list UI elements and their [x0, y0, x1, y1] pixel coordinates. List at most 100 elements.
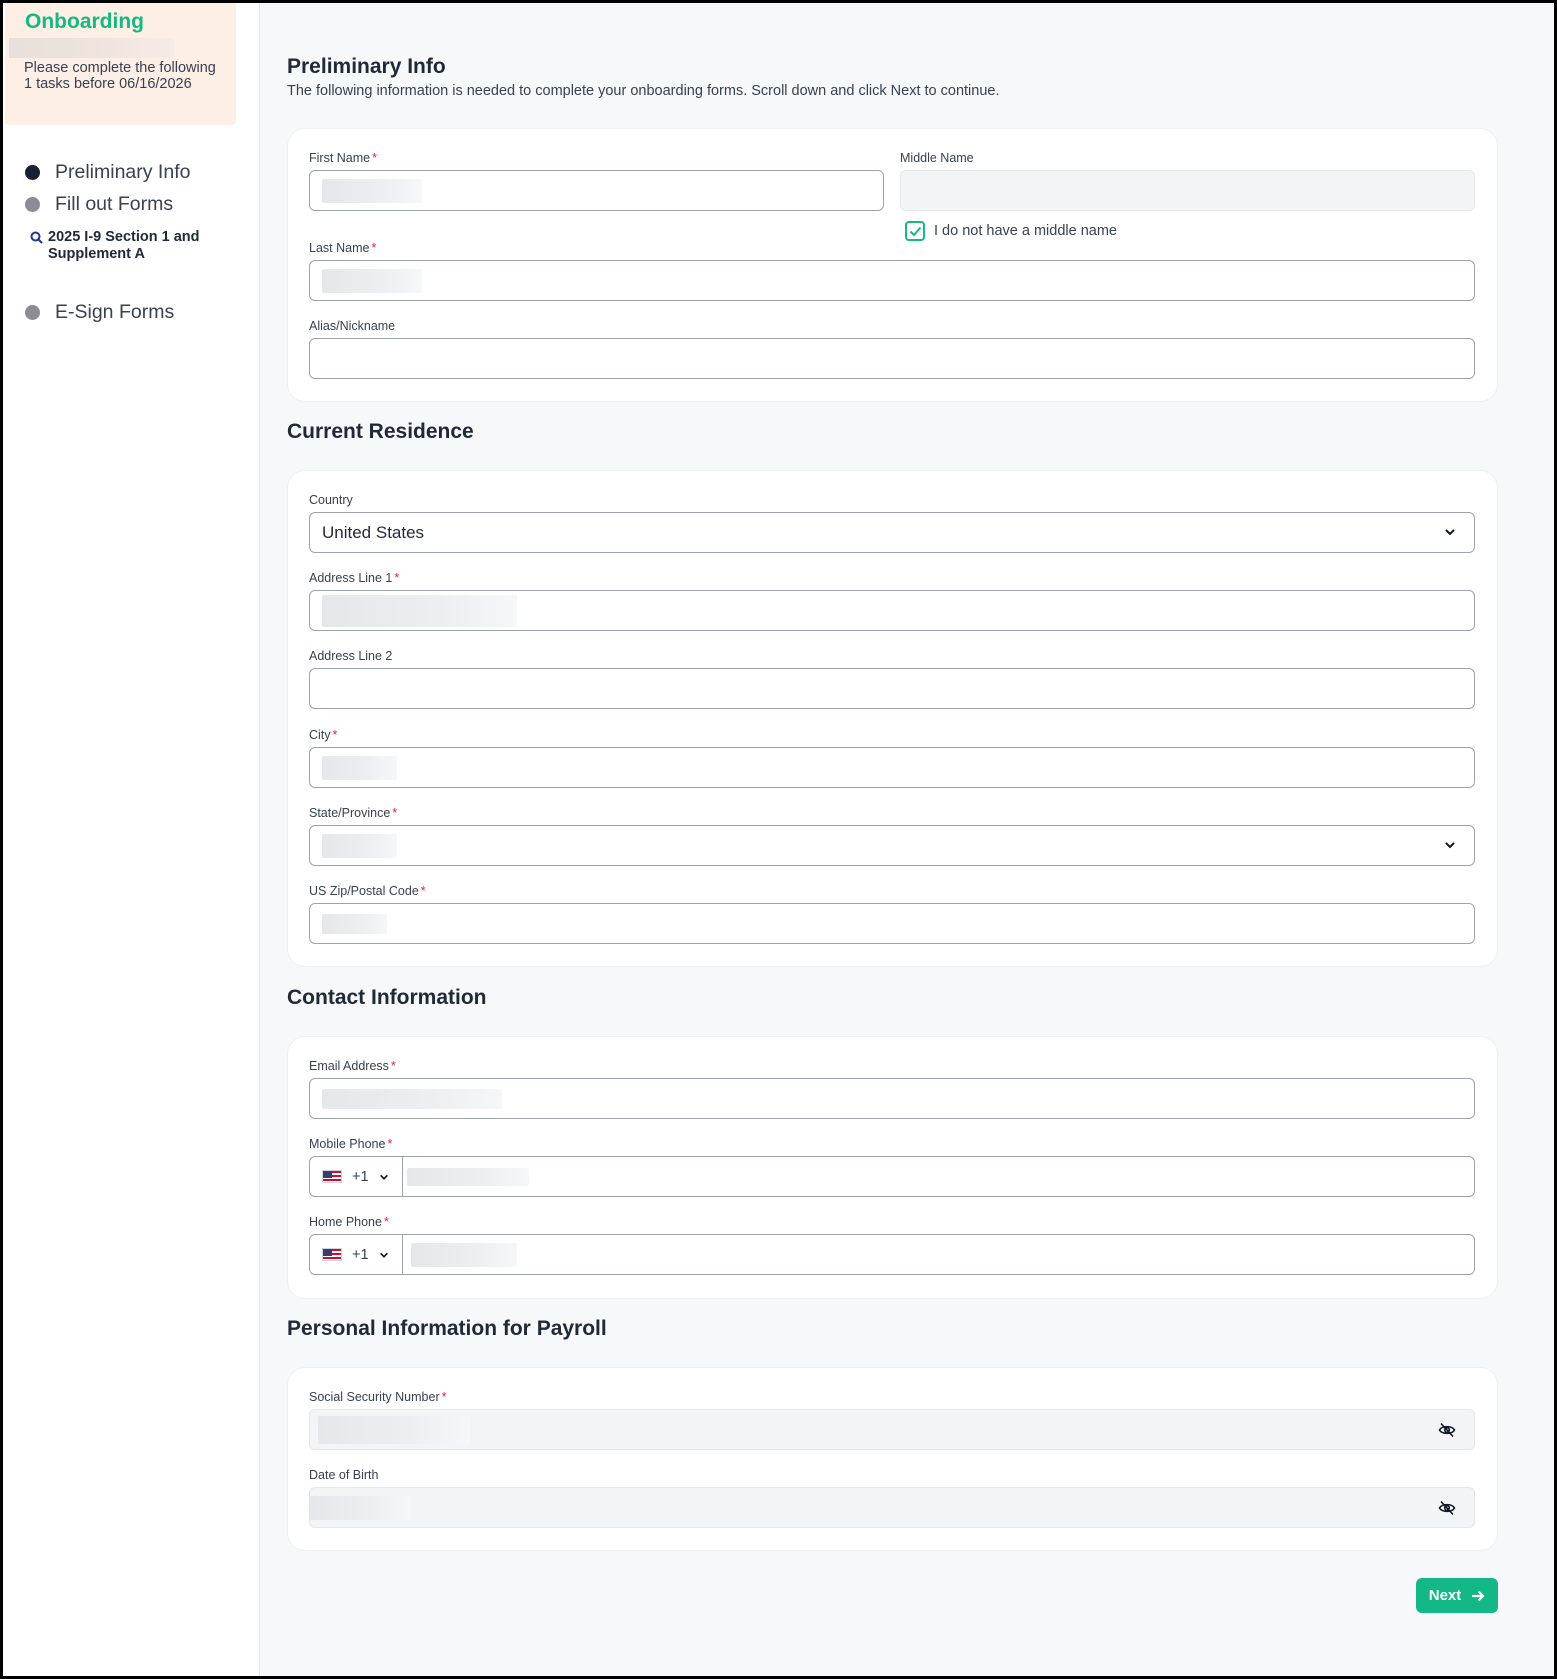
preliminary-info-title: Preliminary Info: [287, 55, 446, 78]
ssn-label-text: Social Security Number: [309, 1390, 440, 1404]
dob-input[interactable]: [309, 1487, 1475, 1528]
mobile-country-code-select[interactable]: +1: [310, 1157, 403, 1196]
substep-label: 2025 I-9 Section 1 and Supplement A: [48, 229, 200, 262]
app-window: Onboarding Please complete the following…: [0, 0, 1557, 1679]
contact-information-title: Contact Information: [287, 986, 487, 1009]
step-dot-icon: [25, 197, 40, 212]
eye-slash-icon[interactable]: [1438, 1421, 1456, 1439]
last-name-input[interactable]: [309, 260, 1475, 301]
middle-name-input[interactable]: [900, 170, 1475, 211]
ssn-input[interactable]: [309, 1409, 1475, 1450]
step-e-sign-forms[interactable]: E-Sign Forms: [25, 301, 174, 324]
chevron-down-icon: [379, 1174, 388, 1180]
step-preliminary-info[interactable]: Preliminary Info: [25, 161, 190, 184]
address-line-2-label: Address Line 2: [309, 649, 393, 663]
alias-label: Alias/Nickname: [309, 319, 396, 333]
current-residence-card: Country United States Address Line 1 * Ad…: [287, 470, 1498, 967]
email-label: Email Address *: [309, 1059, 396, 1073]
preliminary-info-subtitle: The following information is needed to c…: [287, 83, 1000, 99]
address-line-1-input[interactable]: [309, 590, 1475, 631]
chevron-down-icon: [1445, 842, 1455, 849]
us-flag-icon: [322, 1170, 342, 1183]
required-marker: *: [392, 806, 398, 820]
chevron-down-icon: [1445, 529, 1455, 536]
step-label: Preliminary Info: [55, 161, 191, 183]
required-marker: *: [383, 1215, 389, 1229]
required-marker: *: [441, 1390, 447, 1404]
mobile-phone-input[interactable]: +1: [309, 1156, 1475, 1197]
main-content: Preliminary Info The following informati…: [260, 3, 1554, 1676]
payroll-information-title: Personal Information for Payroll: [287, 1317, 607, 1340]
zip-label-text: US Zip/Postal Code: [309, 884, 419, 898]
contact-information-card: Email Address * Mobile Phone * +1 Home P…: [287, 1036, 1498, 1299]
home-phone-input[interactable]: +1: [309, 1234, 1475, 1275]
state-label-text: State/Province: [309, 806, 391, 820]
city-label-text: City: [309, 728, 331, 742]
home-country-code-select[interactable]: +1: [310, 1235, 403, 1274]
redacted-value: [310, 1495, 410, 1520]
middle-name-label: Middle Name: [900, 151, 974, 165]
redacted-value: [318, 1415, 470, 1444]
redacted-value: [322, 833, 397, 858]
redacted-value: [322, 1088, 502, 1109]
redacted-name: [9, 38, 174, 58]
required-marker: *: [372, 151, 377, 165]
next-button[interactable]: Next: [1416, 1578, 1498, 1613]
required-marker: *: [387, 1137, 393, 1151]
required-marker: *: [390, 1059, 396, 1073]
email-input[interactable]: [309, 1078, 1475, 1119]
arrow-right-icon: [1472, 1590, 1485, 1601]
required-marker: *: [371, 241, 377, 255]
step-fill-out-forms[interactable]: Fill out Forms: [25, 193, 173, 216]
country-select[interactable]: United States: [309, 512, 1475, 553]
us-flag-icon: [322, 1248, 342, 1261]
country-code: +1: [352, 1246, 369, 1263]
zip-input[interactable]: [309, 903, 1475, 944]
country-label: Country: [309, 493, 353, 507]
redacted-value: [322, 913, 387, 934]
no-middle-name-label: I do not have a middle name: [934, 223, 1117, 239]
current-residence-title: Current Residence: [287, 420, 474, 443]
payroll-information-card: Social Security Number * Date of Birth: [287, 1367, 1498, 1551]
search-icon: [30, 231, 43, 244]
last-name-label-text: Last Name: [309, 241, 370, 255]
redacted-value: [407, 1167, 529, 1186]
mobile-phone-label: Mobile Phone *: [309, 1137, 392, 1151]
state-select[interactable]: [309, 825, 1475, 866]
required-marker: *: [420, 884, 426, 898]
eye-slash-icon[interactable]: [1438, 1499, 1456, 1517]
address-line-1-label-text: Address Line 1: [309, 571, 393, 585]
no-middle-name-checkbox[interactable]: [905, 221, 925, 241]
step-label: Fill out Forms: [55, 193, 174, 215]
next-button-label: Next: [1428, 1587, 1462, 1604]
first-name-label-text: First Name: [309, 151, 371, 165]
city-label: City *: [309, 728, 337, 742]
home-phone-label: Home Phone *: [309, 1215, 389, 1229]
address-line-1-label: Address Line 1 *: [309, 571, 399, 585]
redacted-value: [322, 594, 517, 627]
preliminary-info-card: First Name * Middle Name I do not have a …: [287, 128, 1498, 402]
dob-label: Date of Birth: [309, 1468, 379, 1482]
mobile-phone-label-text: Mobile Phone: [309, 1137, 386, 1151]
check-icon: [909, 226, 921, 236]
email-label-text: Email Address: [309, 1059, 389, 1073]
step-dot-icon: [25, 305, 40, 320]
country-code: +1: [352, 1168, 369, 1185]
redacted-value: [322, 178, 422, 203]
redacted-value: [322, 268, 422, 293]
ssn-label: Social Security Number *: [309, 1390, 446, 1404]
first-name-input[interactable]: [309, 170, 884, 211]
onboarding-description: Please complete the following 1 tasks be…: [24, 60, 216, 92]
country-value: United States: [322, 522, 425, 542]
substep-i9[interactable]: 2025 I-9 Section 1 and Supplement A: [30, 229, 213, 263]
step-label: E-Sign Forms: [55, 301, 175, 323]
zip-label: US Zip/Postal Code *: [309, 884, 426, 898]
required-marker: *: [332, 728, 338, 742]
home-phone-label-text: Home Phone: [309, 1215, 382, 1229]
city-input[interactable]: [309, 747, 1475, 788]
address-line-2-input[interactable]: [309, 668, 1475, 709]
onboarding-title: Onboarding: [25, 10, 144, 33]
last-name-label: Last Name *: [309, 241, 376, 255]
first-name-label: First Name *: [309, 151, 377, 165]
alias-input[interactable]: [309, 338, 1475, 379]
